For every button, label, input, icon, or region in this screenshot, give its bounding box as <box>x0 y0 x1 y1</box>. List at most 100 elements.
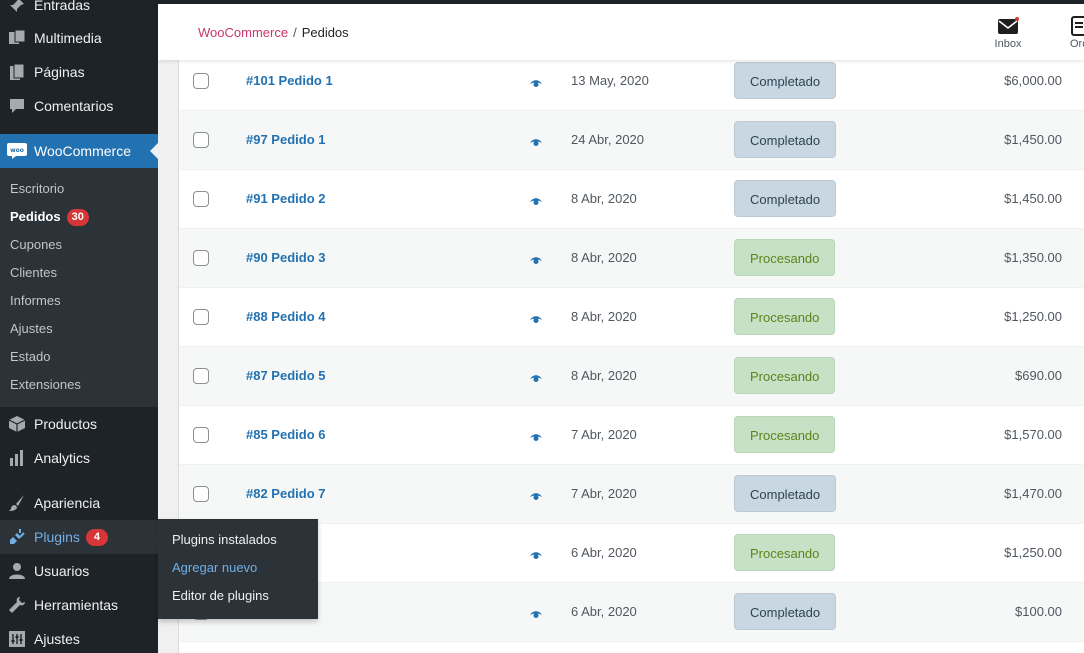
submenu-clientes[interactable]: Clientes <box>10 263 57 283</box>
submenu-escritorio[interactable]: Escritorio <box>10 179 64 199</box>
breadcrumb-woocommerce-link[interactable]: WooCommerce <box>198 25 288 40</box>
eye-icon[interactable] <box>529 489 543 507</box>
table-row[interactable]: #101 Pedido 1 13 May, 2020 Completado $6,00… <box>179 52 1084 111</box>
wrench-icon <box>0 596 34 614</box>
table-row[interactable]: #91 Pedido 2 8 Abr, 2020 Completado $1,450.… <box>179 170 1084 229</box>
menu-entradas[interactable]: Entradas <box>0 0 158 22</box>
order-total: $6,000.00 <box>1004 73 1062 88</box>
order-link[interactable]: #101 Pedido 1 <box>246 73 333 88</box>
submenu-extensiones[interactable]: Extensiones <box>10 375 81 395</box>
flyout-agregar-nuevo[interactable]: Agregar nuevo <box>172 558 257 578</box>
eye-icon[interactable] <box>529 371 543 389</box>
woocommerce-submenu: Escritorio Pedidos 30 Cupones Clientes In… <box>0 168 158 407</box>
status-badge: Procesando <box>734 357 836 394</box>
menu-ajustes[interactable]: Ajustes <box>0 622 158 653</box>
submenu-pedidos[interactable]: Pedidos 30 <box>10 207 89 227</box>
row-checkbox[interactable] <box>193 250 209 266</box>
order-date: 24 Abr, 2020 <box>571 132 645 147</box>
menu-productos[interactable]: Productos <box>0 407 158 441</box>
order-date: 8 Abr, 2020 <box>571 250 637 265</box>
submenu-cupones[interactable]: Cupones <box>10 235 62 255</box>
flyout-plugins-instalados[interactable]: Plugins instalados <box>172 530 277 550</box>
menu-paginas[interactable]: Páginas <box>0 55 158 89</box>
order-total: $1,350.00 <box>1004 250 1062 265</box>
pages-icon <box>0 63 34 81</box>
table-row[interactable]: #85 Pedido 6 7 Abr, 2020 Procesando $1,570.… <box>179 406 1084 465</box>
order-link[interactable]: #88 Pedido 4 <box>246 309 325 324</box>
pin-icon <box>0 0 34 14</box>
inbox-icon <box>983 14 1033 38</box>
menu-woocommerce[interactable]: woo WooCommerce <box>0 134 158 168</box>
media-icon <box>0 29 34 47</box>
order-total: $100.00 <box>1015 604 1062 619</box>
table-row[interactable]: #97 Pedido 1 24 Abr, 2020 Completado $1,450… <box>179 111 1084 170</box>
menu-herramientas[interactable]: Herramientas <box>0 588 158 622</box>
orders-label: Orders <box>1070 38 1084 50</box>
order-link[interactable]: #82 Pedido 7 <box>246 486 325 501</box>
row-checkbox[interactable] <box>193 309 209 325</box>
eye-icon[interactable] <box>529 548 543 566</box>
order-link[interactable]: #91 Pedido 2 <box>246 191 325 206</box>
order-date: 13 May, 2020 <box>571 73 649 88</box>
row-checkbox[interactable] <box>193 427 209 443</box>
order-total: $1,250.00 <box>1004 309 1062 324</box>
order-date: 6 Abr, 2020 <box>571 604 637 619</box>
order-date: 6 Abr, 2020 <box>571 545 637 560</box>
order-link[interactable]: #97 Pedido 1 <box>246 132 325 147</box>
box-icon <box>0 415 34 433</box>
menu-usuarios[interactable]: Usuarios <box>0 554 158 588</box>
table-row[interactable]: #87 Pedido 5 8 Abr, 2020 Procesando $690.00 <box>179 347 1084 406</box>
eye-icon[interactable] <box>529 607 543 625</box>
row-checkbox[interactable] <box>193 191 209 207</box>
flyout-editor-plugins[interactable]: Editor de plugins <box>172 586 269 606</box>
pedidos-count-badge: 30 <box>66 209 89 227</box>
breadcrumb: WooCommerce / Pedidos <box>198 25 349 40</box>
status-badge: Procesando <box>734 298 836 335</box>
order-link[interactable]: #90 Pedido 3 <box>246 250 325 265</box>
status-badge: Procesando <box>734 416 836 453</box>
status-badge: Procesando <box>734 534 836 571</box>
eye-icon[interactable] <box>529 430 543 448</box>
eye-icon[interactable] <box>529 253 543 271</box>
table-row[interactable]: #88 Pedido 4 8 Abr, 2020 Procesando $1,250.… <box>179 288 1084 347</box>
menu-plugins[interactable]: Plugins 4 <box>0 520 158 554</box>
eye-icon[interactable] <box>529 76 543 94</box>
order-total: $1,470.00 <box>1004 486 1062 501</box>
row-checkbox[interactable] <box>193 368 209 384</box>
eye-icon[interactable] <box>529 135 543 153</box>
menu-analytics[interactable]: Analytics <box>0 441 158 475</box>
submenu-ajustes[interactable]: Ajustes <box>10 319 53 339</box>
woocommerce-icon: woo <box>0 143 34 159</box>
row-checkbox[interactable] <box>193 486 209 502</box>
table-row[interactable]: #82 Pedido 7 7 Abr, 2020 Completado $1,470.… <box>179 465 1084 524</box>
submenu-estado[interactable]: Estado <box>10 347 50 367</box>
row-checkbox[interactable] <box>193 73 209 89</box>
plugin-icon <box>0 528 34 546</box>
plugins-flyout-menu: Plugins instalados Agregar nuevo Editor … <box>150 519 318 619</box>
settings-sliders-icon <box>0 630 34 648</box>
breadcrumb-current: Pedidos <box>301 25 349 40</box>
menu-multimedia[interactable]: Multimedia <box>0 21 158 55</box>
order-date: 8 Abr, 2020 <box>571 309 637 324</box>
plugins-count-badge: 4 <box>85 528 108 546</box>
status-badge: Completado <box>734 593 837 630</box>
menu-comentarios[interactable]: Comentarios <box>0 89 158 123</box>
order-total: $690.00 <box>1015 368 1062 383</box>
admin-sidebar: Entradas Multimedia Páginas Comentarios … <box>0 0 158 653</box>
submenu-informes[interactable]: Informes <box>10 291 61 311</box>
order-total: $1,570.00 <box>1004 427 1062 442</box>
menu-apariencia[interactable]: Apariencia <box>0 486 158 520</box>
breadcrumb-separator: / <box>293 25 297 40</box>
page-header: WooCommerce / Pedidos Inbox Orders <box>158 0 1084 60</box>
row-checkbox[interactable] <box>193 132 209 148</box>
order-date: 8 Abr, 2020 <box>571 191 637 206</box>
inbox-button[interactable]: Inbox <box>983 14 1033 50</box>
order-link[interactable]: #85 Pedido 6 <box>246 427 325 442</box>
order-date: 7 Abr, 2020 <box>571 427 637 442</box>
order-link[interactable]: #87 Pedido 5 <box>246 368 325 383</box>
orders-button[interactable]: Orders <box>1058 14 1084 50</box>
order-total: $1,250.00 <box>1004 545 1062 560</box>
eye-icon[interactable] <box>529 194 543 212</box>
eye-icon[interactable] <box>529 312 543 330</box>
table-row[interactable]: #90 Pedido 3 8 Abr, 2020 Procesando $1,350.… <box>179 229 1084 288</box>
